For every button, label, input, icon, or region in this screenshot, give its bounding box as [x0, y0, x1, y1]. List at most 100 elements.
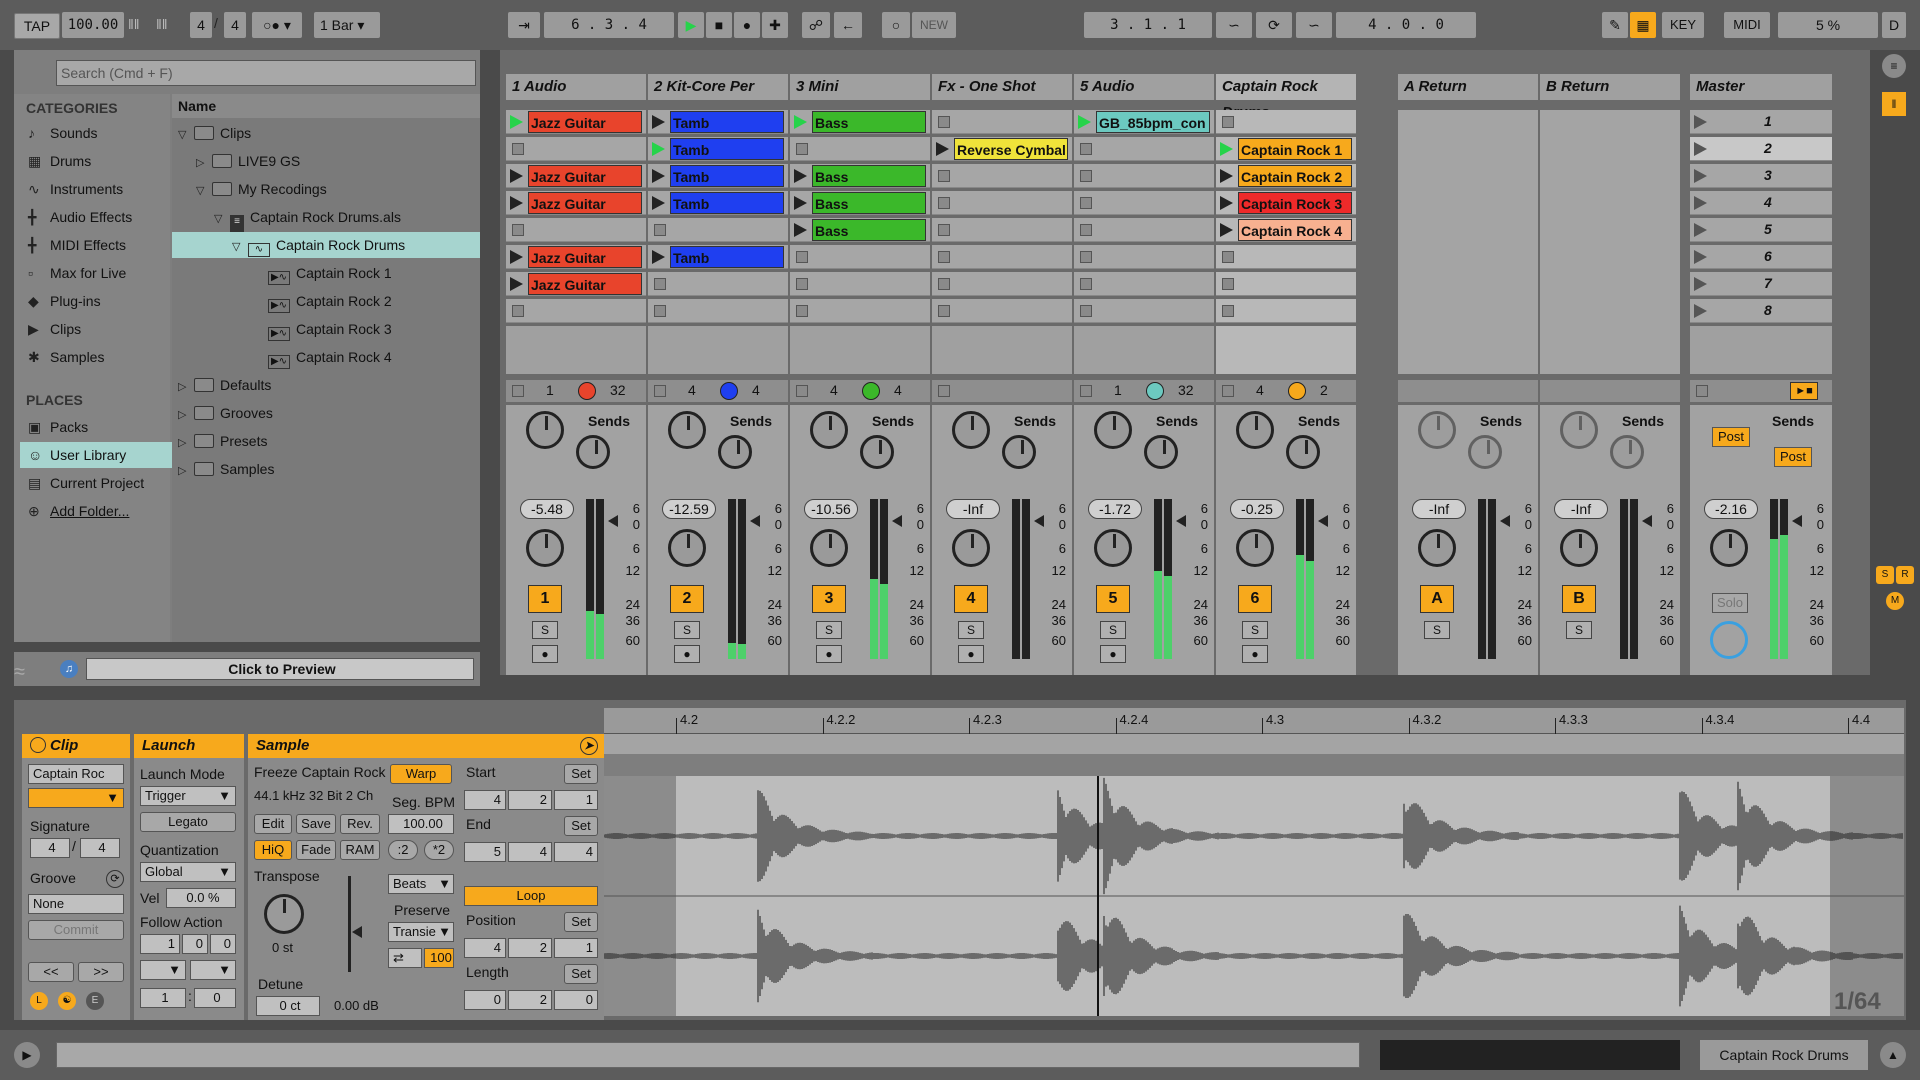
- clip-slot[interactable]: Tamb: [648, 191, 788, 215]
- solo-button[interactable]: S: [816, 621, 842, 639]
- clip-slot[interactable]: Bass: [790, 191, 930, 215]
- key-map-button[interactable]: KEY: [1662, 12, 1704, 38]
- clip-slot[interactable]: Tamb: [648, 137, 788, 161]
- clip-slot[interactable]: [506, 218, 646, 242]
- sig-numerator[interactable]: 4: [190, 12, 212, 38]
- length-sixteenths[interactable]: 0: [554, 990, 598, 1010]
- volume-field[interactable]: -Inf: [1412, 499, 1466, 519]
- clip-sig-denominator[interactable]: 4: [80, 838, 120, 858]
- send-b-knob[interactable]: [718, 435, 752, 469]
- clip-slot[interactable]: [932, 164, 1072, 188]
- return-header-A[interactable]: A Return: [1398, 74, 1538, 100]
- clip-slot[interactable]: [1074, 191, 1214, 215]
- track-header-1[interactable]: 1 Audio: [506, 74, 646, 100]
- fade-button[interactable]: Fade: [296, 840, 336, 860]
- clip-slot[interactable]: Jazz Guitar: [506, 110, 646, 134]
- clip-slot[interactable]: Tamb: [648, 245, 788, 269]
- tree-item-samples[interactable]: ▷ Samples: [178, 456, 274, 482]
- scene-slot[interactable]: 6: [1690, 245, 1832, 269]
- launch-mode-select[interactable]: Trigger ▼: [140, 786, 236, 806]
- scene-slot[interactable]: 8: [1690, 299, 1832, 323]
- clip[interactable]: Captain Rock 3: [1238, 192, 1352, 214]
- pan-knob[interactable]: [952, 529, 990, 567]
- category-samples[interactable]: ✱ Samples: [20, 344, 176, 370]
- clip-slot[interactable]: [932, 191, 1072, 215]
- clip[interactable]: Jazz Guitar: [528, 111, 642, 133]
- stop-all-icon[interactable]: [938, 385, 950, 397]
- clip-slot[interactable]: [932, 299, 1072, 323]
- clip-activator-icon[interactable]: [30, 737, 46, 753]
- detune-field[interactable]: 0 ct: [256, 996, 320, 1016]
- clip-slot[interactable]: GB_85bpm_con: [1074, 110, 1214, 134]
- tree-item-clips[interactable]: ▽ Clips: [178, 120, 251, 146]
- clip-launch-icon[interactable]: [1220, 169, 1233, 183]
- reverse-button[interactable]: Rev.: [340, 814, 380, 834]
- volume-field[interactable]: -1.72: [1088, 499, 1142, 519]
- detail-hide-icon[interactable]: ▲: [1880, 1042, 1906, 1068]
- clip[interactable]: Bass: [812, 165, 926, 187]
- clip-slot[interactable]: Jazz Guitar: [506, 191, 646, 215]
- gain-slider[interactable]: [348, 876, 351, 972]
- clip-stop-icon[interactable]: [938, 305, 950, 317]
- clip[interactable]: Jazz Guitar: [528, 165, 642, 187]
- ram-button[interactable]: RAM: [340, 840, 380, 860]
- send-a-knob[interactable]: [952, 411, 990, 449]
- track-header-5[interactable]: 5 Audio: [1074, 74, 1214, 100]
- clip-slot[interactable]: [932, 218, 1072, 242]
- send-b-knob[interactable]: [576, 435, 610, 469]
- clip-slot[interactable]: [790, 272, 930, 296]
- detail-toggle-icon[interactable]: ▶: [14, 1042, 40, 1068]
- category-drums[interactable]: ▦ Drums: [20, 148, 176, 174]
- clip-stop-icon[interactable]: [1222, 305, 1234, 317]
- clip-slot[interactable]: [648, 218, 788, 242]
- follow-icon[interactable]: ⇥: [508, 12, 540, 38]
- sends-toggle-icon[interactable]: S: [1876, 566, 1894, 584]
- end-sixteenths[interactable]: 4: [554, 842, 598, 862]
- clip[interactable]: Tamb: [670, 111, 784, 133]
- category-plugins[interactable]: ◆ Plug-ins: [20, 288, 176, 314]
- send-a-knob[interactable]: [1236, 411, 1274, 449]
- song-position[interactable]: 6 . 3 . 4: [544, 12, 674, 38]
- seg-bpm-field[interactable]: 100.00: [388, 814, 454, 834]
- volume-field[interactable]: -10.56: [804, 499, 858, 519]
- clip-slot[interactable]: [1216, 299, 1356, 323]
- clip-slot[interactable]: Bass: [790, 164, 930, 188]
- send-b-knob[interactable]: [860, 435, 894, 469]
- length-beats[interactable]: 2: [508, 990, 552, 1010]
- launch-toggle-icon[interactable]: L: [30, 992, 48, 1010]
- tree-item-captain-rock-4[interactable]: ▶∿ Captain Rock 4: [268, 344, 392, 370]
- session-record-icon[interactable]: ○: [882, 12, 910, 38]
- pan-knob[interactable]: [1094, 529, 1132, 567]
- overview-strip[interactable]: [1380, 1040, 1680, 1070]
- pan-knob[interactable]: [668, 529, 706, 567]
- clip-stop-icon[interactable]: [1080, 170, 1092, 182]
- position-set-button[interactable]: Set: [564, 912, 598, 932]
- tree-item-live9gs[interactable]: ▷ LIVE9 GS: [196, 148, 300, 174]
- session-view-icon[interactable]: ‖: [1882, 92, 1906, 116]
- clip-launch-icon[interactable]: [652, 169, 665, 183]
- clip-slot[interactable]: [932, 245, 1072, 269]
- groove-select[interactable]: None: [28, 894, 124, 914]
- category-midi-effects[interactable]: ╋ MIDI Effects: [20, 232, 176, 258]
- velocity-field[interactable]: 0.0 %: [166, 888, 236, 908]
- clip-slot[interactable]: [648, 299, 788, 323]
- clip-stop-icon[interactable]: [1080, 278, 1092, 290]
- returns-toggle-icon[interactable]: R: [1896, 566, 1914, 584]
- double-tempo-button[interactable]: *2: [424, 840, 454, 860]
- start-sixteenths[interactable]: 1: [554, 790, 598, 810]
- hiq-button[interactable]: HiQ: [254, 840, 292, 860]
- clip-launch-icon[interactable]: [1220, 223, 1233, 237]
- tree-item-my-recodings[interactable]: ▽ My Recodings: [196, 176, 327, 202]
- master-header[interactable]: Master: [1690, 74, 1832, 100]
- stop-all-icon[interactable]: [1080, 385, 1092, 397]
- solo-button[interactable]: S: [1242, 621, 1268, 639]
- tree-item-grooves[interactable]: ▷ Grooves: [178, 400, 273, 426]
- loop-mode-select[interactable]: ⇄: [388, 948, 422, 968]
- punch-in-icon[interactable]: ∽: [1216, 12, 1252, 38]
- cue-solo-button[interactable]: Solo: [1712, 593, 1748, 613]
- midi-map-button[interactable]: MIDI: [1724, 12, 1770, 38]
- clip-stop-icon[interactable]: [654, 278, 666, 290]
- clip-slot[interactable]: Jazz Guitar: [506, 272, 646, 296]
- stop-all-icon[interactable]: [1222, 385, 1234, 397]
- clip-stop-icon[interactable]: [1080, 197, 1092, 209]
